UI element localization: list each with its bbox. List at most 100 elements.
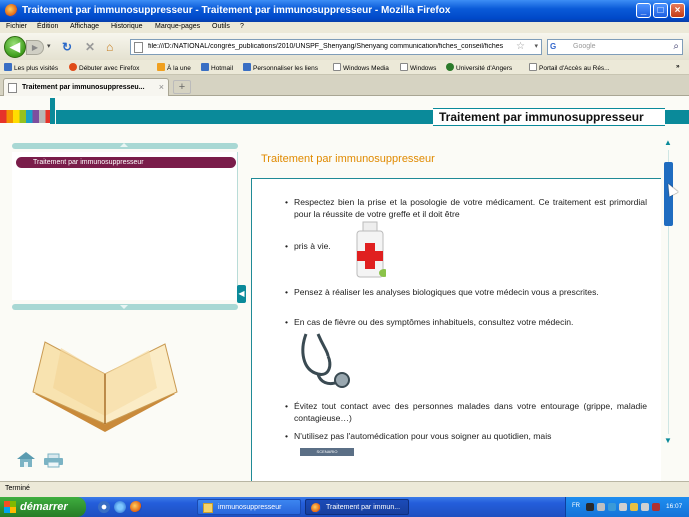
open-book-icon bbox=[32, 341, 178, 432]
msn-icon bbox=[243, 63, 251, 71]
header-band-right bbox=[665, 110, 689, 124]
folder-icon bbox=[203, 503, 213, 513]
tab-active[interactable]: Traitement par immunosuppresseu... × bbox=[3, 78, 169, 96]
url-bar[interactable]: file:///D:/NATIONAL/congrès_publications… bbox=[130, 39, 542, 55]
page-icon bbox=[134, 42, 143, 53]
tray-icon[interactable] bbox=[597, 503, 605, 511]
stop-icon[interactable]: ✕ bbox=[85, 40, 95, 54]
windows-taskbar: démarrer immunosuppresseur Traitement pa… bbox=[0, 497, 689, 517]
tray-icon[interactable] bbox=[652, 503, 660, 511]
window-titlebar: Traitement par immunosuppresseur - Trait… bbox=[0, 0, 689, 22]
stethoscope-icon bbox=[301, 333, 350, 388]
start-button[interactable]: démarrer bbox=[0, 497, 86, 517]
rainbow-decoration bbox=[0, 110, 54, 123]
list-item: En cas de fièvre ou des symptômes inhabi… bbox=[285, 316, 647, 328]
page-icon bbox=[400, 63, 408, 71]
search-icon[interactable]: ⌕ bbox=[673, 41, 679, 52]
task-label: immunosuppresseur bbox=[218, 504, 282, 511]
tray-icon[interactable] bbox=[619, 503, 627, 511]
firefox-icon bbox=[311, 503, 321, 513]
bookmark-item[interactable]: Portail d'Accès au Rés... bbox=[529, 63, 610, 72]
scroll-down-icon[interactable]: ▼ bbox=[664, 436, 672, 445]
taskbar-item-folder[interactable]: immunosuppresseur bbox=[197, 499, 301, 515]
bookmark-item[interactable]: Université d'Angers bbox=[446, 63, 512, 72]
forward-button[interactable]: ▶ bbox=[26, 40, 44, 55]
url-text: file:///D:/NATIONAL/congrès_publications… bbox=[148, 43, 504, 50]
search-placeholder: Google bbox=[573, 43, 596, 50]
close-tab-icon[interactable]: × bbox=[159, 82, 164, 92]
scenario-link[interactable]: SCENARIO bbox=[300, 448, 354, 456]
bookmark-item[interactable]: À la une bbox=[157, 63, 191, 72]
header-accent bbox=[50, 98, 55, 124]
window-title: Traitement par immunosuppresseur - Trait… bbox=[22, 5, 451, 16]
list-item: Évitez tout contact avec des personnes m… bbox=[285, 400, 647, 424]
home-nav-icon[interactable] bbox=[16, 451, 36, 468]
quicklaunch-ie-icon[interactable] bbox=[114, 501, 126, 513]
maximize-button[interactable]: □ bbox=[653, 3, 668, 18]
chevron-down-icon[interactable]: ▾ bbox=[534, 42, 538, 50]
system-tray: FR 16:07 bbox=[565, 497, 689, 517]
back-button[interactable]: ◀ bbox=[4, 36, 26, 58]
page-icon bbox=[333, 63, 341, 71]
navigation-toolbar: ◀ ▶ ▾ ↻ ✕ ⌂ file:///D:/NATIONAL/congrès_… bbox=[0, 33, 689, 60]
page-icon bbox=[529, 63, 537, 71]
bookmark-item[interactable]: Personnaliser les liens bbox=[243, 63, 318, 72]
bookmarks-overflow-icon[interactable]: » bbox=[676, 63, 680, 70]
bookmark-item[interactable]: Windows bbox=[400, 63, 436, 72]
tab-label: Traitement par immunosuppresseu... bbox=[22, 84, 145, 91]
list-item: Respectez bien la prise et la posologie … bbox=[285, 196, 647, 220]
clock[interactable]: 16:07 bbox=[666, 503, 682, 510]
menu-edition[interactable]: Édition bbox=[37, 23, 58, 30]
status-bar: Terminé bbox=[0, 481, 689, 497]
bookmark-item[interactable]: Débuter avec Firefox bbox=[69, 63, 139, 72]
list-item: N'utilisez pas l'automédication pour vou… bbox=[285, 430, 647, 442]
list-item-continuation: pris à vie. bbox=[285, 240, 647, 252]
rss-icon bbox=[157, 63, 165, 71]
language-indicator[interactable]: FR bbox=[572, 503, 580, 509]
globe-icon bbox=[446, 63, 454, 71]
medicine-bottle-icon bbox=[356, 221, 386, 278]
menu-affichage[interactable]: Affichage bbox=[70, 23, 99, 30]
quicklaunch-firefox-icon[interactable] bbox=[130, 501, 142, 513]
menu-fichier[interactable]: Fichier bbox=[6, 23, 27, 30]
chevron-up-icon bbox=[120, 143, 128, 147]
left-menu-item-selected[interactable]: Traitement par immunosuppresseur bbox=[16, 157, 236, 168]
history-dropdown-icon[interactable]: ▾ bbox=[47, 40, 51, 54]
header-band bbox=[56, 110, 433, 124]
bookmark-item[interactable]: Les plus visités bbox=[4, 63, 58, 72]
menu-help[interactable]: ? bbox=[240, 23, 244, 30]
content-title: Traitement par immunosuppresseur bbox=[261, 153, 435, 165]
menu-marque-pages[interactable]: Marque-pages bbox=[155, 23, 200, 30]
quicklaunch-outlook-icon[interactable] bbox=[98, 501, 110, 513]
menu-outils[interactable]: Outils bbox=[212, 23, 230, 30]
bookmark-folder-icon bbox=[4, 63, 12, 71]
page-header-title: Traitement par immunosuppresseur bbox=[433, 108, 665, 126]
collapse-panel-button[interactable]: ◀ bbox=[237, 285, 246, 303]
tray-icon[interactable] bbox=[630, 503, 638, 511]
reload-icon[interactable]: ↻ bbox=[62, 40, 72, 54]
tray-icon[interactable] bbox=[608, 503, 616, 511]
home-icon[interactable]: ⌂ bbox=[106, 40, 113, 54]
chevron-down-icon bbox=[120, 305, 128, 309]
windows-logo-icon bbox=[4, 501, 16, 513]
menu-historique[interactable]: Historique bbox=[111, 23, 143, 30]
search-box[interactable]: G Google ⌕ bbox=[547, 39, 683, 55]
page-icon bbox=[8, 83, 17, 93]
msn-icon bbox=[201, 63, 209, 71]
scroll-up-icon[interactable]: ▲ bbox=[664, 138, 672, 147]
bookmark-item[interactable]: Windows Media bbox=[333, 63, 389, 72]
search-engine-icon[interactable]: G bbox=[550, 42, 568, 52]
tray-icon[interactable] bbox=[641, 503, 649, 511]
firefox-icon bbox=[69, 63, 77, 71]
taskbar-item-firefox[interactable]: Traitement par immun... bbox=[305, 499, 409, 515]
print-icon[interactable] bbox=[43, 453, 64, 468]
bookmark-item[interactable]: Hotmail bbox=[201, 63, 233, 72]
firefox-icon bbox=[5, 4, 18, 17]
tray-icon[interactable] bbox=[586, 503, 594, 511]
bookmarks-bar: Les plus visités Débuter avec Firefox À … bbox=[0, 60, 689, 75]
task-label: Traitement par immun... bbox=[326, 504, 401, 511]
new-tab-button[interactable]: + bbox=[173, 80, 191, 94]
minimize-button[interactable]: _ bbox=[636, 3, 651, 18]
bookmark-star-icon[interactable]: ☆ bbox=[516, 41, 525, 52]
close-button[interactable]: × bbox=[670, 3, 685, 18]
